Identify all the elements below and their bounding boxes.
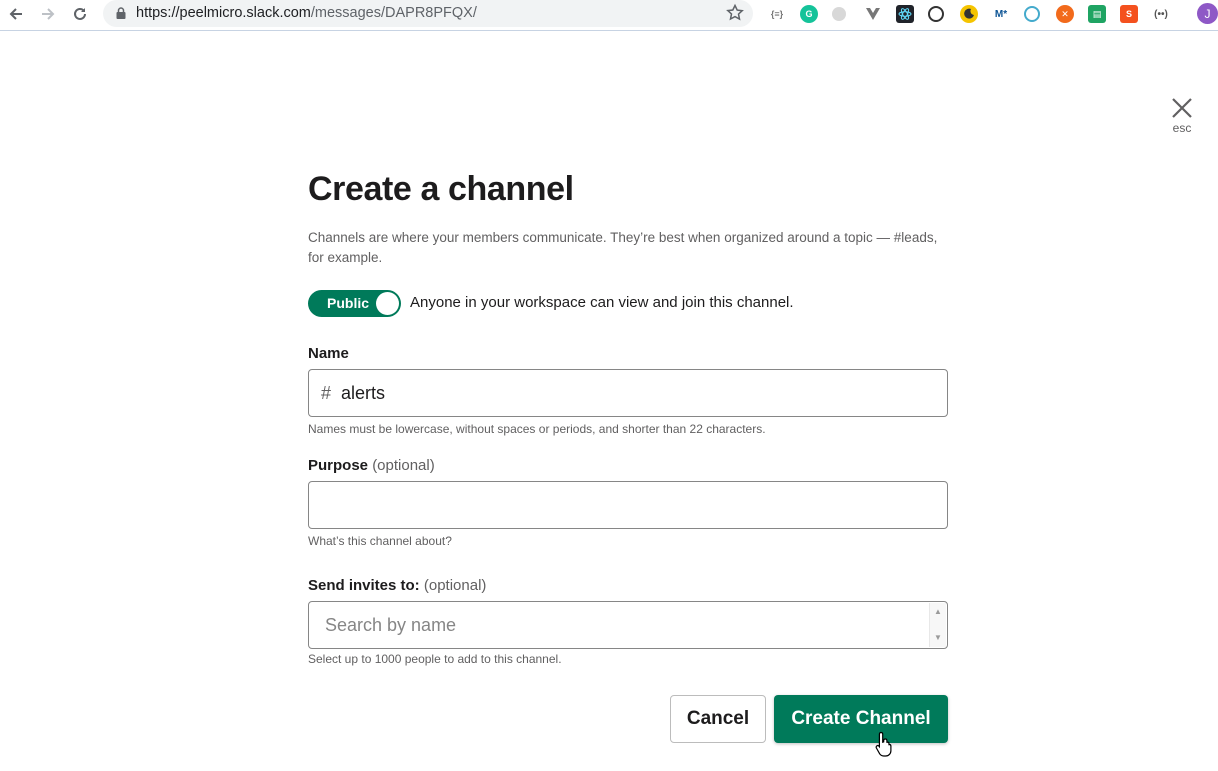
extension-gray-icon[interactable]: [832, 7, 846, 21]
hash-icon: #: [321, 383, 332, 403]
invite-hint: Select up to 1000 people to add to this …: [308, 652, 562, 666]
sheets-icon[interactable]: ▤: [1088, 5, 1106, 23]
profile-avatar[interactable]: J: [1197, 3, 1218, 24]
url-text: https://peelmicro.slack.com/messages/DAP…: [136, 5, 477, 21]
purpose-hint: What’s this channel about?: [308, 534, 452, 548]
movistar-icon[interactable]: M*: [992, 5, 1010, 23]
toggle-description: Anyone in your workspace can view and jo…: [410, 294, 794, 311]
name-label: Name: [308, 345, 349, 362]
scroll-down-icon[interactable]: ▼: [934, 633, 942, 642]
toggle-label: Public: [327, 295, 370, 311]
invite-placeholder: Search by name: [325, 615, 457, 635]
public-toggle[interactable]: Public: [308, 290, 401, 317]
close-icon: [1172, 98, 1192, 118]
reload-icon[interactable]: [68, 2, 92, 26]
browser-toolbar: https://peelmicro.slack.com/messages/DAP…: [0, 0, 1218, 31]
invite-label: Send invites to: (optional): [308, 577, 486, 594]
page-title: Create a channel: [308, 170, 574, 208]
name-value: alerts: [341, 383, 386, 403]
url-path: /messages/DAPR8PFQX/: [310, 5, 477, 21]
name-hint: Names must be lowercase, without spaces …: [308, 422, 766, 436]
url-host: https://peelmicro.slack.com: [136, 5, 311, 21]
create-channel-button[interactable]: Create Channel: [774, 695, 948, 743]
invite-label-text: Send invites to:: [308, 577, 420, 594]
invite-search-input[interactable]: Search by name ▲ ▼: [308, 601, 948, 649]
forward-arrow-icon[interactable]: [36, 2, 60, 26]
invite-scrollbar[interactable]: ▲ ▼: [929, 603, 946, 647]
purpose-label-text: Purpose: [308, 457, 369, 474]
channel-description: Channels are where your members communic…: [308, 230, 938, 265]
moon-icon[interactable]: [960, 5, 978, 23]
bookmark-star-icon[interactable]: [725, 3, 745, 23]
jsonview-icon[interactable]: {≡}: [768, 5, 786, 23]
grammarly-icon[interactable]: G: [800, 5, 818, 23]
purpose-label: Purpose (optional): [308, 457, 435, 474]
loop-icon[interactable]: [1024, 6, 1040, 22]
hand-cursor-icon: [875, 731, 892, 757]
lock-icon: [116, 7, 126, 19]
close-button[interactable]: esc: [1164, 92, 1200, 140]
link-icon[interactable]: (••): [1152, 5, 1170, 23]
cancel-button[interactable]: Cancel: [670, 695, 766, 743]
name-input[interactable]: # alerts: [308, 369, 948, 417]
invite-optional: (optional): [423, 577, 487, 594]
cross-icon[interactable]: ✕: [1056, 5, 1074, 23]
headphones-icon[interactable]: [928, 6, 944, 22]
vue-devtools-icon[interactable]: [864, 5, 882, 23]
scroll-up-icon[interactable]: ▲: [934, 607, 942, 616]
back-arrow-icon[interactable]: [4, 2, 28, 26]
address-bar[interactable]: https://peelmicro.slack.com/messages/DAP…: [103, 0, 753, 27]
purpose-input[interactable]: [308, 481, 948, 529]
esc-label: esc: [1172, 121, 1192, 135]
sheet-orange-icon[interactable]: S: [1120, 5, 1138, 23]
react-devtools-icon[interactable]: [896, 5, 914, 23]
purpose-optional: (optional): [372, 457, 435, 474]
toggle-knob: [376, 292, 399, 315]
